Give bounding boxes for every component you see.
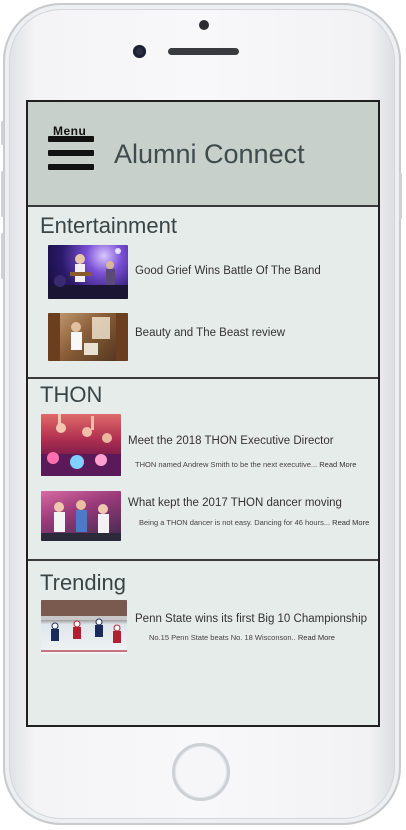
concert-photo[interactable]: [48, 245, 128, 299]
read-more-link[interactable]: Read More: [319, 460, 356, 469]
section-trending: Trending Penn State wins its first Big 1…: [28, 561, 378, 725]
thon-crowd-photo[interactable]: [41, 414, 121, 476]
app-screen: Menu Alumni Connect Entertainment Good G…: [26, 100, 380, 727]
section-title: Trending: [40, 570, 127, 595]
item-description: THON named Andrew Smith to be the next e…: [135, 460, 356, 469]
volume-up-button: [1, 171, 4, 217]
home-button[interactable]: [172, 743, 230, 801]
hamburger-menu-icon[interactable]: [48, 136, 96, 174]
thon-dancers-photo-icon: [41, 500, 121, 541]
item-description: Being a THON dancer is not easy. Dancing…: [139, 518, 369, 527]
concert-photo-icon: [48, 248, 128, 299]
item-description-text: No.15 Penn State beats No. 18 Wisconson.…: [149, 633, 296, 642]
proximity-sensor: [199, 20, 209, 30]
item-title[interactable]: Beauty and The Beast review: [135, 327, 285, 339]
app-title: Alumni Connect: [114, 139, 305, 169]
item-description-text: THON named Andrew Smith to be the next e…: [135, 460, 318, 469]
item-title[interactable]: Penn State wins its first Big 10 Champio…: [135, 613, 367, 625]
section-entertainment: Entertainment Good Grief Wins Battle Of …: [28, 207, 378, 379]
read-more-link[interactable]: Read More: [332, 518, 369, 527]
front-camera-icon: [133, 45, 146, 58]
theater-photo-icon: [48, 313, 128, 361]
section-thon: THON Meet the 2018 THON Executive Direct…: [28, 379, 378, 561]
theater-photo[interactable]: [48, 313, 128, 361]
read-more-link[interactable]: Read More: [298, 633, 335, 642]
mute-switch: [1, 121, 4, 145]
hockey-photo-icon: [41, 600, 127, 652]
item-description-text: Being a THON dancer is not easy. Dancing…: [139, 518, 331, 527]
power-button: [399, 173, 402, 219]
earpiece-speaker: [168, 48, 239, 55]
hockey-photo[interactable]: [41, 600, 127, 654]
volume-down-button: [1, 233, 4, 279]
item-title[interactable]: What kept the 2017 THON dancer moving: [128, 497, 342, 509]
section-title: THON: [40, 382, 103, 407]
item-description: No.15 Penn State beats No. 18 Wisconson.…: [149, 633, 335, 642]
item-title[interactable]: Meet the 2018 THON Executive Director: [128, 435, 334, 447]
item-title[interactable]: Good Grief Wins Battle Of The Band: [135, 265, 321, 277]
app-header: Menu Alumni Connect: [28, 102, 378, 207]
section-title: Entertainment: [40, 213, 177, 238]
thon-crowd-photo-icon: [41, 414, 121, 476]
thon-dancers-photo[interactable]: [41, 491, 121, 541]
